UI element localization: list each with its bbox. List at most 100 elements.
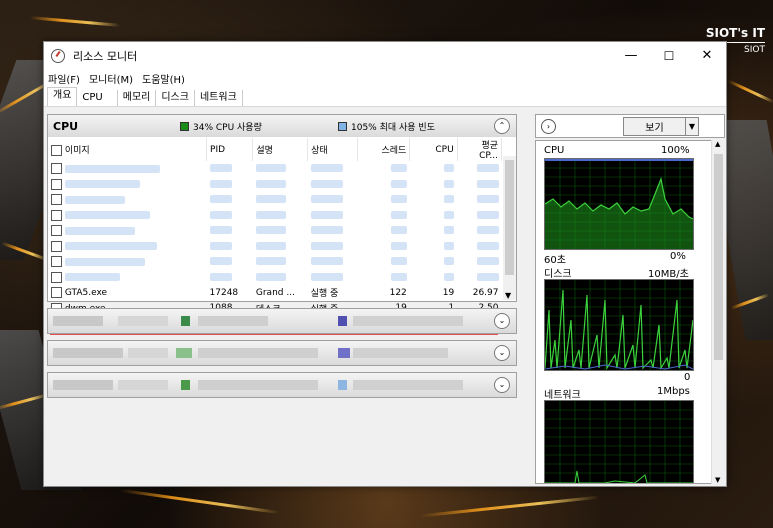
- blurred-text: [64, 180, 140, 189]
- row-checkbox[interactable]: [51, 209, 62, 221]
- dropdown-arrow-icon[interactable]: ▼: [685, 118, 698, 135]
- chevron-up-icon[interactable]: ⌃: [494, 118, 510, 134]
- usage-swatch: [176, 348, 192, 358]
- scrollbar-thumb[interactable]: [505, 160, 514, 275]
- blurred-text: [444, 179, 455, 188]
- column-threads[interactable]: 스레드: [357, 138, 411, 161]
- blurred-text: [255, 179, 286, 188]
- cpu-graph-min: 0%: [670, 251, 686, 262]
- menu-file[interactable]: 파일(F): [48, 71, 80, 86]
- blurred-text: [64, 195, 125, 204]
- blurred-text: [444, 195, 455, 204]
- blurred-text: [255, 226, 286, 235]
- tab-cpu[interactable]: CPU: [77, 90, 118, 106]
- table-row-gta5[interactable]: GTA5.exe 17248 Grand ... 실행 중 122 19 26.…: [48, 285, 502, 301]
- column-average-cpu[interactable]: 평균 CP...: [457, 138, 503, 161]
- cpu-process-table: 이미지 PID 설명 상태 스레드 CPU 평균 CP... GTA5.exe …: [48, 138, 503, 316]
- blurred-text: [476, 195, 499, 204]
- table-row[interactable]: [48, 254, 502, 270]
- blurred-text: [444, 164, 455, 173]
- row-checkbox[interactable]: [51, 178, 62, 190]
- table-row[interactable]: [48, 161, 502, 177]
- chevron-down-icon[interactable]: ⌄: [494, 345, 510, 361]
- cpu-graph-timespan: 60초: [544, 255, 566, 266]
- menu-monitor[interactable]: 모니터(M): [89, 71, 133, 86]
- row-checkbox[interactable]: [51, 240, 62, 252]
- table-row[interactable]: [48, 208, 502, 224]
- graph-pane-scrollbar[interactable]: ▲ ▼: [711, 140, 725, 484]
- tab-overview[interactable]: 개요: [47, 87, 78, 106]
- column-description[interactable]: 설명: [252, 138, 309, 161]
- window-title: 리소스 모니터: [73, 49, 138, 63]
- blurred-text: [64, 242, 157, 251]
- blurred-text: [476, 241, 499, 250]
- blurred-text: [198, 316, 268, 326]
- blurred-text: [444, 210, 455, 219]
- tab-memory[interactable]: 메모리: [118, 90, 157, 106]
- table-row[interactable]: [48, 270, 502, 286]
- cpu-graph-label: CPU: [544, 145, 565, 156]
- blurred-text: [390, 210, 407, 219]
- row-checkbox[interactable]: [51, 194, 62, 206]
- cpu-graph-max: 100%: [661, 145, 690, 156]
- column-pid[interactable]: PID: [206, 138, 254, 161]
- memory-section-header[interactable]: ⌄: [47, 308, 517, 334]
- blurred-text: [476, 272, 499, 281]
- wallpaper-streak: [120, 488, 280, 515]
- row-checkbox[interactable]: [51, 256, 62, 268]
- blurred-text: [64, 164, 160, 173]
- column-image[interactable]: 이미지: [48, 138, 208, 161]
- blurred-text: [390, 195, 407, 204]
- expand-right-icon[interactable]: ›: [541, 118, 556, 134]
- cpu-section: CPU 34% CPU 사용량 105% 최대 사용 빈도 ⌃ 이미지 PID …: [47, 114, 517, 335]
- cpu-usage-swatch: [180, 122, 189, 131]
- cpu-section-header[interactable]: CPU 34% CPU 사용량 105% 최대 사용 빈도 ⌃: [48, 115, 516, 137]
- network-graph: [544, 400, 694, 483]
- blurred-text: [118, 380, 168, 390]
- row-checkbox[interactable]: [51, 287, 62, 299]
- maximize-button[interactable]: ☐: [650, 42, 688, 69]
- row-checkbox[interactable]: [51, 163, 62, 175]
- minimize-button[interactable]: —: [612, 42, 650, 69]
- chevron-down-icon[interactable]: ⌄: [494, 313, 510, 329]
- column-status[interactable]: 상태: [307, 138, 358, 161]
- table-row[interactable]: [48, 177, 502, 193]
- network-section-header[interactable]: ⌄: [47, 372, 517, 398]
- blurred-text: [310, 164, 343, 173]
- disk-graph-min: 0: [684, 372, 691, 383]
- tab-network[interactable]: 네트워크: [195, 90, 243, 106]
- blurred-text: [310, 272, 343, 281]
- tab-disk[interactable]: 디스크: [156, 90, 195, 106]
- title-bar[interactable]: 리소스 모니터 — ☐ ✕: [44, 42, 726, 69]
- column-cpu[interactable]: CPU: [409, 138, 458, 161]
- overview-pane: CPU 34% CPU 사용량 105% 최대 사용 빈도 ⌃ 이미지 PID …: [47, 114, 517, 479]
- blurred-text: [255, 272, 286, 281]
- blurred-text: [255, 257, 286, 266]
- row-checkbox[interactable]: [51, 271, 62, 283]
- blurred-text: [64, 257, 145, 266]
- table-row[interactable]: [48, 192, 502, 208]
- menu-help[interactable]: 도움말(H): [142, 71, 185, 86]
- blurred-text: [476, 257, 499, 266]
- row-checkbox[interactable]: [51, 225, 62, 237]
- table-row[interactable]: [48, 239, 502, 255]
- table-row[interactable]: [48, 223, 502, 239]
- select-all-checkbox[interactable]: [51, 145, 62, 156]
- blurred-text: [390, 164, 407, 173]
- blurred-text: [255, 164, 286, 173]
- blurred-text: [209, 195, 232, 204]
- watermark-title: SIOT's IT: [705, 26, 765, 40]
- process-threads: 122: [389, 287, 407, 298]
- blurred-text: [209, 179, 232, 188]
- scrollbar-thumb[interactable]: [714, 154, 723, 360]
- blurred-text: [444, 241, 455, 250]
- chevron-down-icon[interactable]: ⌄: [494, 377, 510, 393]
- scroll-down-icon[interactable]: ▼: [715, 476, 720, 484]
- scroll-down-icon[interactable]: ▼: [505, 291, 511, 300]
- view-dropdown[interactable]: 보기 ▼: [623, 117, 699, 136]
- usage-swatch: [181, 380, 190, 390]
- process-table-scrollbar[interactable]: ▼: [503, 156, 516, 300]
- disk-section-header[interactable]: ⌄: [47, 340, 517, 366]
- close-button[interactable]: ✕: [688, 42, 726, 69]
- scroll-up-icon[interactable]: ▲: [715, 140, 720, 148]
